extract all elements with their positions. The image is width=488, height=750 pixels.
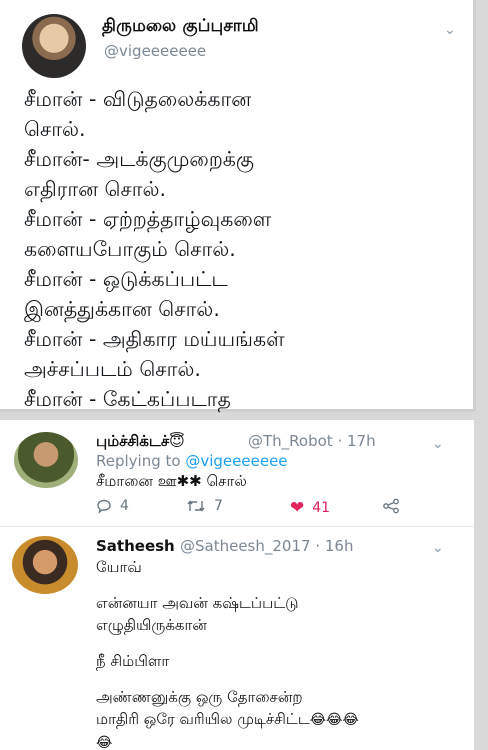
- reply-author-name[interactable]: பும்ச்சிக்டச்😇: [96, 432, 185, 452]
- like-button[interactable]: ❤ 41: [290, 498, 330, 518]
- reply-author-handle[interactable]: @Satheesh_2017 · 16h: [180, 537, 353, 555]
- tweet-line: எதிரான சொல்.: [24, 177, 167, 201]
- reply-text: சீமானை ஊ✱✱ சொல்: [96, 472, 247, 490]
- tweet-line: அச்சப்படம் சொல்.: [24, 357, 201, 381]
- retweet-button[interactable]: 7: [186, 498, 223, 514]
- like-count: 41: [312, 500, 331, 516]
- reply-line: என்னயா அவன் கஷ்டப்பட்டு: [96, 594, 299, 612]
- reply-text: யோவ் என்னயா அவன் கஷ்டப்பட்டு எழுதியிருக்…: [96, 556, 466, 750]
- reply-icon: [97, 499, 111, 514]
- tweet-text: சீமான் - விடுதலைக்கான சொல். சீமான்- அடக்…: [24, 84, 464, 444]
- tweet-line: களையபோகும் சொல்.: [24, 237, 236, 261]
- avatar[interactable]: [14, 432, 78, 488]
- reply-button[interactable]: 4: [96, 498, 129, 514]
- reply-author-handle[interactable]: @Th_Robot · 17h: [248, 432, 376, 450]
- replying-to: Replying to @vigeeeeeee: [96, 452, 288, 470]
- reply-line: அண்ணனுக்கு ஒரு தோசைன்ற: [96, 688, 303, 706]
- reply-line: மாதிரி ஒரே வரியில முடிச்சிட்ட😂😂😂: [96, 708, 466, 731]
- tweet-line: இனத்துக்கான சொல்.: [24, 297, 220, 321]
- reply-author-name[interactable]: Satheesh: [96, 537, 175, 555]
- share-button[interactable]: [382, 498, 400, 514]
- laughing-emoji: 😂: [96, 735, 113, 750]
- replying-to-handle[interactable]: @vigeeeeeee: [185, 452, 287, 470]
- reply-line: யோவ்: [96, 558, 142, 576]
- heart-icon: ❤: [290, 498, 305, 518]
- main-tweet-card: திருமலை குப்புசாமி @vigeeeeeee ⌄ சீமான் …: [0, 0, 476, 441]
- avatar[interactable]: [12, 536, 78, 594]
- tweet-line: சீமான் - அதிகார மய்யங்கள்: [24, 327, 285, 351]
- reply-line: 😂: [96, 731, 466, 750]
- chevron-down-icon[interactable]: ⌄: [432, 540, 444, 556]
- share-icon: [383, 498, 399, 514]
- chevron-down-icon[interactable]: ⌄: [444, 22, 456, 38]
- avatar[interactable]: [22, 14, 86, 78]
- reply-line: நீ சிம்பிளா: [96, 652, 170, 670]
- tweet-line: சீமான் - ஒடுக்கப்பட்ட: [24, 267, 228, 291]
- retweet-icon: [187, 500, 205, 512]
- reply-line-text: மாதிரி ஒரே வரியில முடிச்சிட்ட: [96, 710, 310, 728]
- tweet-line: சொல்.: [24, 117, 86, 141]
- author-name[interactable]: திருமலை குப்புசாமி: [102, 16, 259, 38]
- retweet-count: 7: [214, 498, 223, 514]
- tweet-line: சீமான்- அடக்குமுறைக்கு: [24, 147, 254, 171]
- tweet-line: சீமான் - கேட்கப்படாத: [24, 387, 231, 411]
- tweet-line: சீமான் - ஏற்றத்தாழ்வுகளை: [24, 207, 272, 231]
- tweet-actions: 4 7 ❤ 41: [96, 498, 416, 520]
- chevron-down-icon[interactable]: ⌄: [432, 436, 444, 452]
- reply-count: 4: [120, 498, 129, 514]
- replying-to-label: Replying to: [96, 452, 181, 470]
- laughing-emoji: 😂😂😂: [309, 712, 359, 728]
- tweet-line: சீமான் - விடுதலைக்கான: [24, 87, 252, 111]
- divider: [0, 526, 474, 527]
- reply-line: எழுதியிருக்கான்: [96, 616, 207, 634]
- author-handle[interactable]: @vigeeeeeee: [104, 42, 206, 60]
